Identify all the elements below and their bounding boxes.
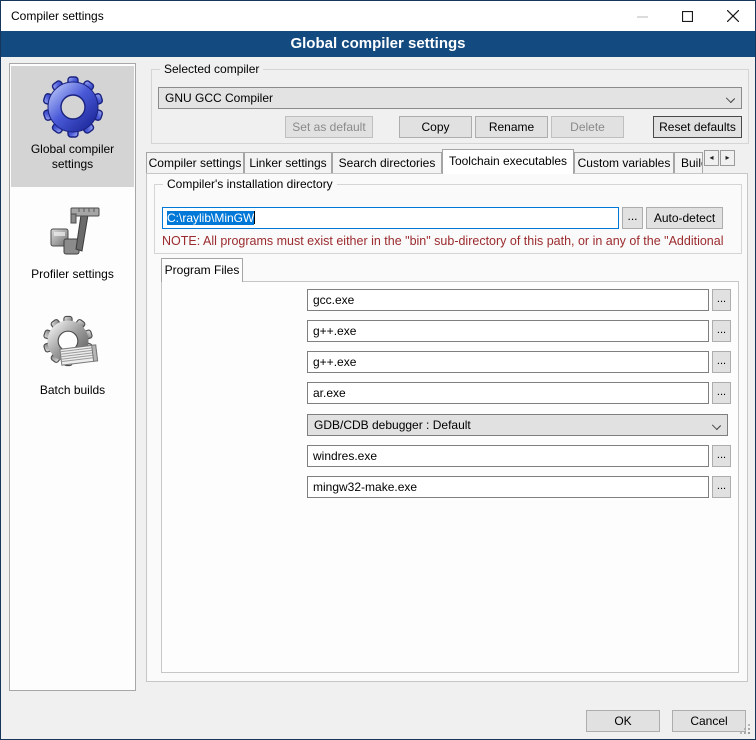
minimize-icon [637,11,648,22]
blue-gear-icon [41,74,105,138]
tab-search-directories[interactable]: Search directories [332,152,442,173]
selected-text: C:\raylib\MinGW [167,211,254,225]
tab-build-options-clipped[interactable]: Build [674,152,703,173]
browse-directory-button[interactable]: ... [622,207,643,229]
sidebar-item-batch-builds[interactable]: Batch builds [11,307,134,423]
tab-toolchain-executables[interactable]: Toolchain executables [442,149,574,174]
sidebar-item-global-compiler-settings[interactable]: Global compiler settings [11,66,134,187]
set-as-default-button: Set as default [285,116,373,138]
linker-static-browse-button[interactable]: ... [712,382,731,404]
make-program-input[interactable] [307,476,709,498]
tab-scroll-left-button[interactable]: ◂ [704,150,719,166]
linker-dynamic-input[interactable] [307,351,709,373]
dialog-header: Global compiler settings [1,31,755,57]
arrow-left-icon: ◂ [709,154,713,162]
maximize-button[interactable] [665,1,710,31]
resource-compiler-input[interactable] [307,445,709,467]
bin-subdirectory-note: NOTE: All programs must exist either in … [162,234,744,248]
rename-button[interactable]: Rename [475,116,548,138]
cancel-button[interactable]: Cancel [672,710,746,732]
make-program-browse-button[interactable]: ... [712,476,731,498]
maximize-icon [682,11,693,22]
sidebar-item-label: Global compiler settings [11,142,134,172]
reset-defaults-button[interactable]: Reset defaults [653,116,742,138]
close-icon [727,10,739,22]
linker-static-input[interactable] [307,382,709,404]
window-title: Compiler settings [11,9,104,23]
resource-compiler-browse-button[interactable]: ... [712,445,731,467]
debugger-value: GDB/CDB debugger : Default [314,418,471,432]
auto-detect-button[interactable]: Auto-detect [646,207,723,229]
c-compiler-input[interactable] [307,289,709,311]
debugger-combobox[interactable]: GDB/CDB debugger : Default [307,414,728,436]
chevron-down-icon [726,94,735,103]
sidebar-item-label: Profiler settings [31,267,114,282]
linker-dynamic-browse-button[interactable]: ... [712,351,731,373]
minimize-button[interactable] [620,1,665,31]
cpp-compiler-input[interactable] [307,320,709,342]
subtab-program-files[interactable]: Program Files [161,258,243,282]
selected-compiler-group-label: Selected compiler [160,62,263,76]
ok-button[interactable]: OK [586,710,660,732]
arrow-right-icon: ▸ [725,154,729,162]
tab-scroll-right-button[interactable]: ▸ [720,150,735,166]
settings-category-sidebar: Global compiler settings [9,63,136,691]
c-compiler-browse-button[interactable]: ... [712,289,731,311]
sidebar-item-profiler-settings[interactable]: Profiler settings [11,191,134,303]
resize-grip[interactable] [748,732,750,734]
gray-gear-stack-icon [41,315,105,379]
caliper-icon [41,199,105,263]
tab-linker-settings[interactable]: Linker settings [244,152,332,173]
copy-button[interactable]: Copy [399,116,472,138]
delete-button: Delete [551,116,624,138]
tab-compiler-settings[interactable]: Compiler settings [146,152,244,173]
chevron-down-icon [712,421,721,430]
close-button[interactable] [710,1,755,31]
selected-compiler-combobox[interactable]: GNU GCC Compiler [158,87,742,109]
sidebar-item-label: Batch builds [40,383,105,398]
installation-directory-group-label: Compiler's installation directory [163,177,337,191]
tab-custom-variables[interactable]: Custom variables [574,152,674,173]
cpp-compiler-browse-button[interactable]: ... [712,320,731,342]
selected-compiler-value: GNU GCC Compiler [165,91,273,105]
compiler-settings-dialog: Compiler settings Global compiler settin… [0,0,756,740]
text-caret [254,211,255,224]
installation-directory-input[interactable]: C:\raylib\MinGW [162,207,619,229]
